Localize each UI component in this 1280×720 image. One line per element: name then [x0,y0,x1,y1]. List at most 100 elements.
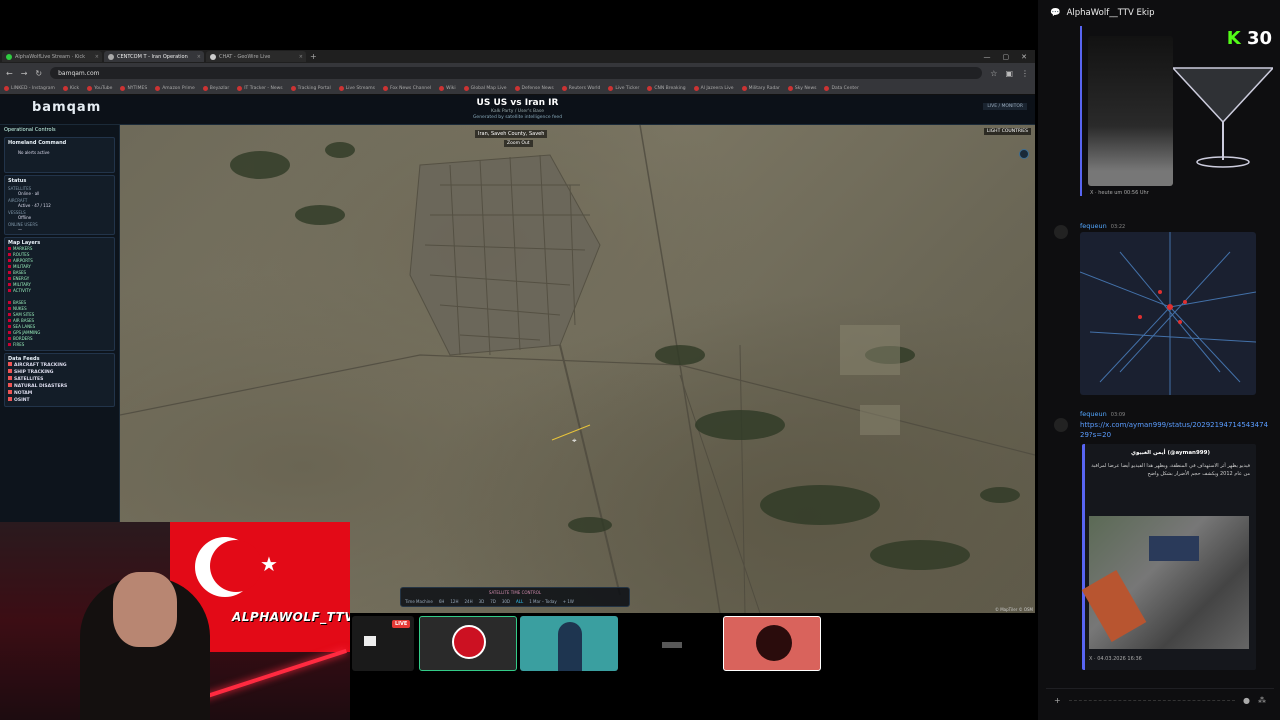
feed-toggle[interactable]: NOTAM [8,390,111,397]
time-range-option[interactable]: 7D [490,599,496,604]
extensions-icon[interactable]: ▣ [1005,69,1013,78]
layer-toggle[interactable]: ACTIVITY [8,288,111,294]
feed-label: NATURAL DISASTERS [14,384,68,389]
layer-toggle[interactable]: FIRES [8,342,111,348]
time-control-title: SATELLITE TIME CONTROL [488,590,542,595]
maximize-button[interactable]: ▢ [1003,53,1010,61]
layer-icon [8,319,11,322]
page-header: bamqam US US vs Iran IR Kalk Party / Use… [0,95,1035,125]
message-time: 03:09 [1110,412,1126,418]
time-range-option[interactable]: 1 Mar – Today [529,599,556,604]
layer-icon [8,307,11,310]
time-range-option[interactable]: ALL [516,599,523,604]
time-range-option[interactable]: + 1W [563,599,574,604]
close-window-button[interactable]: ✕ [1021,53,1027,61]
embed-image[interactable] [1081,516,1249,649]
layer-label: GPS JAMMING [13,330,41,335]
time-range-option[interactable]: 3D [479,599,485,604]
map-layer-toggle[interactable]: LIGHT COUNTRIES [983,128,1031,135]
layer-label: AIR BASES [13,318,35,323]
bookmark-item[interactable]: Reuters World [561,86,600,91]
feed-toggle[interactable]: SATELLITES [8,376,111,383]
bookmark-icon [4,86,9,91]
bookmark-icon [824,86,830,91]
time-control-bar[interactable]: SATELLITE TIME CONTROL Time Machine 6H 12H… [400,587,630,607]
new-tab-button[interactable]: + [310,52,317,61]
time-range-option[interactable]: 30D [502,599,510,604]
layer-label: ROUTES [13,252,30,257]
feed-toggle[interactable]: NATURAL DISASTERS [8,383,111,390]
chat-input-bar[interactable]: + ● ⁂ [1046,688,1274,712]
tab-label: AlphaWolfLive Stream · Kick [15,53,86,60]
homeland-command-box[interactable]: Homeland Command No alerts active [4,137,115,173]
tile-dark[interactable] [622,616,720,671]
bookmark-item[interactable]: IT Tracker - News [237,86,283,91]
menu-icon[interactable]: ⋮ [1021,69,1029,78]
neon-light [203,648,347,700]
time-range-option[interactable]: 24H [464,599,472,604]
tile-guest[interactable] [520,616,618,671]
zoom-out-button[interactable]: Zoom Out [504,140,533,147]
bookmark-item[interactable]: Sky News [787,86,816,91]
bookmark-item[interactable]: Fox News Channel [382,86,431,91]
bookmark-item[interactable]: Amazon Prime [155,86,195,91]
star-icon[interactable]: ☆ [990,69,997,78]
bookmark-item[interactable]: YouTube [87,86,112,91]
time-range-option[interactable]: 6H [439,599,445,604]
message-input[interactable] [1068,700,1236,701]
feed-toggle[interactable]: SHIP TRACKING [8,369,111,376]
bookmark-label: Live Streams [345,86,375,91]
minimize-button[interactable]: — [984,53,991,61]
bookmark-item[interactable]: Kick [62,86,79,91]
feed-toggle[interactable]: OSINT [8,397,111,404]
bookmark-item[interactable]: Live Ticker [608,86,639,91]
locate-icon[interactable] [1019,149,1029,159]
bookmark-item[interactable]: Tracking Portal [290,86,331,91]
emoji-icon[interactable]: ● [1243,696,1250,705]
close-icon[interactable]: × [299,54,303,60]
avatar[interactable] [1054,225,1068,239]
header-status-badge[interactable]: LIVE / MONITOR [983,103,1027,110]
chat-username[interactable]: fequeun 03:22 [1080,222,1125,230]
bookmark-item[interactable]: Military Radar [741,86,780,91]
apps-icon[interactable]: ⁂ [1258,696,1266,705]
avatar[interactable] [1054,418,1068,432]
bookmark-item[interactable]: Defense News [514,86,554,91]
bookmark-label: Data Center [831,86,859,91]
browser-tab[interactable]: CHAT - GeoWire Live × [206,51,306,62]
bookmark-item[interactable]: CNN Breaking [647,86,686,91]
feed-toggle[interactable]: AIRCRAFT TRACKING [8,362,111,369]
bookmark-item[interactable]: Al Jazeera Live [693,86,734,91]
bookmark-item[interactable]: Data Center [824,86,859,91]
chat-username[interactable]: fequeun 03:09 [1080,410,1125,418]
username-text: fequeun [1080,410,1107,418]
address-bar[interactable]: bamqam.com [50,67,983,79]
browser-tab-active[interactable]: CENTCOM T - Iran Operation × [104,51,204,62]
back-icon[interactable]: ← [6,69,13,78]
plus-icon[interactable]: + [1054,696,1061,705]
bookmark-item[interactable]: Global Map Live [463,86,507,91]
tile-alphawolf-logo[interactable] [419,616,517,671]
tile-wolf-icon[interactable] [723,616,821,671]
tweet-link[interactable]: https://x.com/ayman999/status/2029219471… [1080,420,1270,440]
wolf-logo-icon [452,625,486,659]
bookmark-item[interactable]: Beyazlar [202,86,230,91]
tweet-embed[interactable]: أيمن الغبيوي (@ayman999) فيديو يظهر أثر … [1081,444,1256,670]
forward-icon[interactable]: → [21,69,28,78]
close-icon[interactable]: × [197,54,201,60]
browser-tab[interactable]: AlphaWolfLive Stream · Kick × [2,51,102,62]
map-image-attachment[interactable] [1079,232,1257,395]
video-thumbnail[interactable] [1088,36,1173,186]
bookmark-icon [120,86,126,91]
bookmark-item[interactable]: NYTIMES [120,86,147,91]
bookmark-label: Beyazlar [209,86,230,91]
layer-icon [8,325,11,328]
bookmark-item[interactable]: Wiki [439,86,456,91]
time-range-option[interactable]: 12H [450,599,458,604]
reload-icon[interactable]: ↻ [35,69,42,78]
close-icon[interactable]: × [95,54,99,60]
time-range-option[interactable]: Time Machine [405,599,433,604]
bookmark-item[interactable]: LINKED - Instagram [4,86,55,91]
bookmark-item[interactable]: Live Streams [338,86,375,91]
layer-label: BASES [13,270,27,275]
